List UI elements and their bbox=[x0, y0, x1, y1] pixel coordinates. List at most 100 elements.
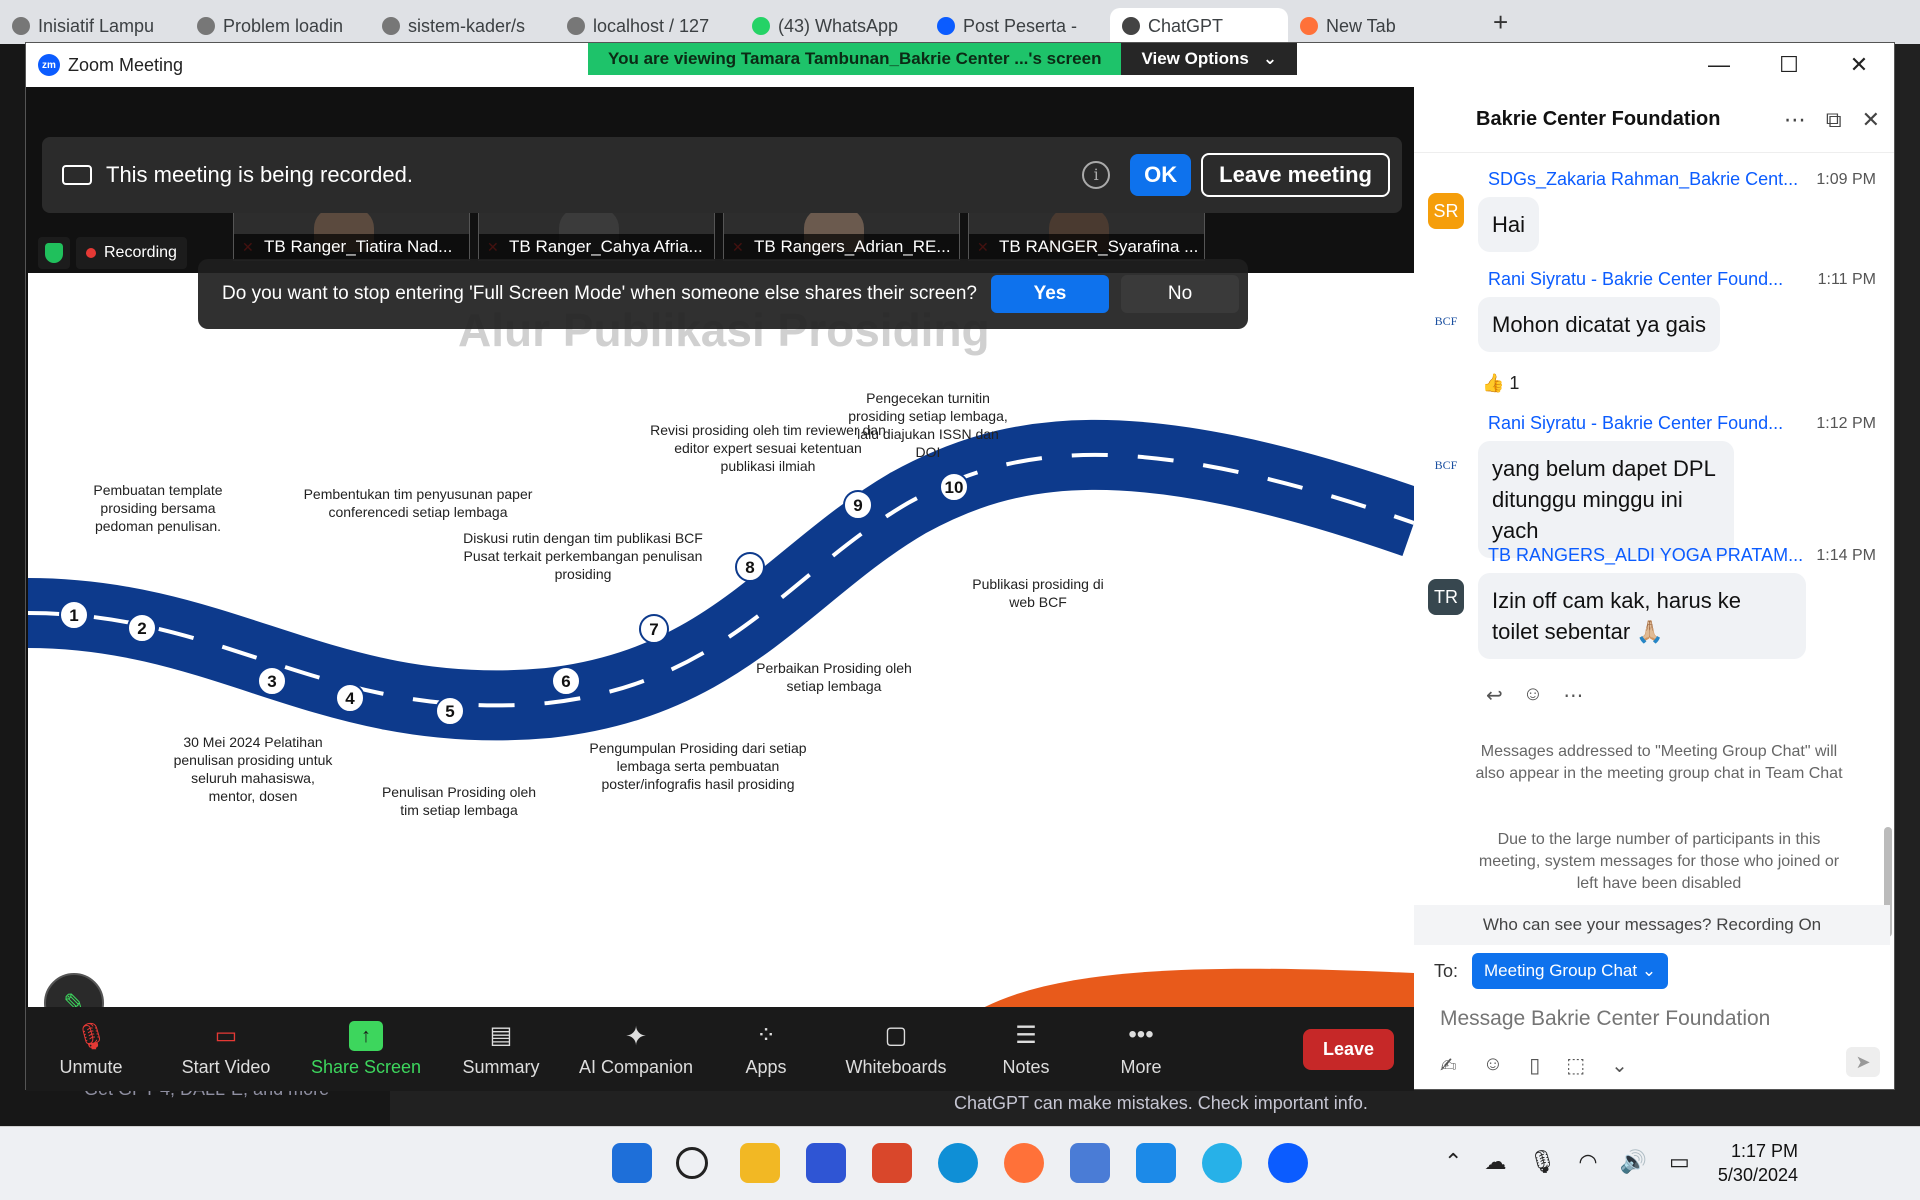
clock-date: 5/30/2024 bbox=[1717, 1165, 1798, 1185]
volume-icon[interactable]: 🔊 bbox=[1620, 1149, 1647, 1175]
apps-icon: ⁘ bbox=[755, 1021, 777, 1049]
recording-badge[interactable]: Recording bbox=[76, 237, 187, 269]
battery-icon[interactable]: ▭ bbox=[1669, 1149, 1690, 1175]
send-icon[interactable]: ➤ bbox=[1846, 1047, 1880, 1077]
chat-message: BCF Rani Siyratu - Bakrie Center Found..… bbox=[1414, 263, 1884, 373]
step-marker: 7 bbox=[639, 614, 669, 644]
screenshot-icon[interactable]: ⬚ bbox=[1566, 1053, 1585, 1078]
leave-button[interactable]: Leave bbox=[1302, 1028, 1394, 1070]
reply-icon[interactable]: ↩ bbox=[1486, 683, 1503, 708]
browser-tab-strip: Inisiatif Lampu Problem loadin sistem-ka… bbox=[0, 0, 1920, 44]
notes-button[interactable]: ☰ Notes bbox=[966, 1007, 1086, 1091]
step-number: 1 bbox=[69, 606, 78, 625]
ai-companion-button[interactable]: ✦ AI Companion bbox=[566, 1007, 706, 1091]
new-tab-button[interactable]: + bbox=[1493, 7, 1508, 38]
store-icon[interactable] bbox=[872, 1143, 912, 1183]
browser-tab[interactable]: New Tab bbox=[1288, 8, 1473, 44]
format-text-icon[interactable]: ✍ bbox=[1440, 1053, 1457, 1078]
more-icon: ••• bbox=[1128, 1020, 1154, 1048]
toolbar-label: More bbox=[1120, 1056, 1162, 1077]
meeting-toolbar: 🎙 Unmute ▭ Start Video ↑ Share Screen ▤ Summ… bbox=[26, 1007, 1414, 1091]
firefox-icon[interactable] bbox=[1004, 1143, 1044, 1183]
browser-tab[interactable]: Problem loadin bbox=[185, 8, 370, 44]
more-options-icon[interactable]: ⋯ bbox=[1784, 107, 1806, 133]
summary-button[interactable]: ▤ Summary bbox=[436, 1007, 566, 1091]
toolbar-label: Whiteboards bbox=[845, 1056, 947, 1077]
browser-tab[interactable]: Inisiatif Lampu bbox=[0, 8, 185, 44]
more-button[interactable]: ••• More bbox=[1086, 1007, 1196, 1091]
message-text: Mohon dicatat ya gais bbox=[1478, 297, 1721, 352]
start-video-button[interactable]: ▭ Start Video bbox=[156, 1007, 296, 1091]
system-note: Due to the large number of participants … bbox=[1478, 831, 1840, 892]
file-explorer-icon[interactable] bbox=[740, 1143, 780, 1183]
minimize-button[interactable]: — bbox=[1684, 52, 1754, 78]
edge-icon[interactable] bbox=[938, 1143, 978, 1183]
emoji-react-icon[interactable]: ☺ bbox=[1523, 683, 1543, 708]
clock-time: 1:17 PM bbox=[1730, 1141, 1798, 1161]
step-label: Pengecekan turnitin prosiding setiap lem… bbox=[848, 390, 1008, 460]
chevron-down-icon[interactable]: ⌄ bbox=[1611, 1053, 1628, 1078]
ok-button[interactable]: OK bbox=[1130, 154, 1192, 196]
zoom-icon[interactable] bbox=[1268, 1143, 1308, 1183]
step-marker: 10 bbox=[939, 472, 969, 502]
toolbar-label: AI Companion bbox=[578, 1056, 694, 1077]
whiteboards-button[interactable]: ▢ Whiteboards bbox=[826, 1007, 966, 1091]
step-number: 3 bbox=[267, 672, 276, 691]
zoom-window: zm Zoom Meeting — ☐ ✕ You are viewing Ta… bbox=[25, 42, 1895, 1091]
app-icon[interactable] bbox=[1202, 1143, 1242, 1183]
reaction-thumbs-up[interactable]: 👍 1 bbox=[1482, 373, 1519, 394]
tab-favicon-icon bbox=[382, 17, 400, 35]
cloud-icon[interactable]: ☁ bbox=[1484, 1149, 1506, 1175]
apps-button[interactable]: ⁘ Apps bbox=[706, 1007, 826, 1091]
pop-out-icon[interactable]: ⧉ bbox=[1826, 107, 1842, 133]
no-button[interactable]: No bbox=[1121, 275, 1239, 313]
message-sender[interactable]: Rani Siyratu - Bakrie Center Found... bbox=[1488, 269, 1783, 290]
tab-label: sistem-kader/s bbox=[408, 15, 526, 36]
close-window-button[interactable]: ✕ bbox=[1824, 52, 1894, 78]
wifi-icon[interactable]: ◠ bbox=[1578, 1149, 1597, 1175]
close-icon[interactable]: ✕ bbox=[1862, 107, 1880, 133]
more-icon[interactable]: ⋯ bbox=[1563, 683, 1583, 708]
browser-tab[interactable]: (43) WhatsApp bbox=[740, 8, 925, 44]
browser-tab[interactable]: Post Peserta - bbox=[925, 8, 1110, 44]
emoji-icon[interactable]: ☺ bbox=[1483, 1053, 1503, 1078]
chatgpt-icon bbox=[1122, 17, 1140, 35]
yes-button[interactable]: Yes bbox=[991, 275, 1109, 313]
toolbar-label: Share Screen bbox=[310, 1056, 422, 1077]
avatar: BCF bbox=[1428, 303, 1464, 339]
clock[interactable]: 1:17 PM 5/30/2024 bbox=[1708, 1139, 1798, 1187]
recipient-dropdown[interactable]: Meeting Group Chat ⌄ bbox=[1472, 953, 1669, 989]
chevron-up-icon[interactable]: ⌃ bbox=[1444, 1149, 1462, 1175]
recording-banner: This meeting is being recorded. i OK Lea… bbox=[42, 137, 1402, 213]
browser-tab[interactable]: sistem-kader/s bbox=[370, 8, 555, 44]
file-icon[interactable]: ▯ bbox=[1529, 1053, 1540, 1078]
chat-message: TR TB RANGERS_ALDI YOGA PRATAM... 1:14 P… bbox=[1414, 539, 1884, 679]
maximize-button[interactable]: ☐ bbox=[1754, 52, 1824, 78]
message-sender[interactable]: SDGs_Zakaria Rahman_Bakrie Cent... bbox=[1488, 169, 1798, 190]
info-icon[interactable]: i bbox=[1082, 161, 1111, 189]
avatar: BCF bbox=[1428, 447, 1464, 483]
leave-meeting-button[interactable]: Leave meeting bbox=[1201, 153, 1390, 197]
notepad-icon[interactable] bbox=[1070, 1143, 1110, 1183]
share-screen-button[interactable]: ↑ Share Screen bbox=[296, 1007, 436, 1091]
step-label: Publikasi prosiding di web BCF bbox=[972, 576, 1104, 610]
message-sender[interactable]: Rani Siyratu - Bakrie Center Found... bbox=[1488, 413, 1783, 434]
microphone-icon[interactable]: 🎙 bbox=[1528, 1149, 1556, 1175]
message-input[interactable] bbox=[1434, 999, 1874, 1039]
who-can-see-link[interactable]: Who can see your messages? Recording On bbox=[1414, 905, 1890, 945]
browser-tab-active[interactable]: ChatGPT bbox=[1110, 8, 1288, 44]
message-sender[interactable]: TB RANGERS_ALDI YOGA PRATAM... bbox=[1488, 545, 1803, 566]
step-label: Diskusi rutin dengan tim publikasi BCF P… bbox=[463, 530, 703, 582]
search-icon[interactable] bbox=[676, 1147, 708, 1179]
windows-start-icon[interactable] bbox=[612, 1143, 652, 1183]
step-marker: 9 bbox=[843, 490, 873, 520]
vscode-icon[interactable] bbox=[1136, 1143, 1176, 1183]
chat-message: BCF Rani Siyratu - Bakrie Center Found..… bbox=[1414, 407, 1884, 558]
view-options-button[interactable]: View Options ⌄ bbox=[1121, 43, 1298, 75]
browser-tab[interactable]: localhost / 127 bbox=[555, 8, 740, 44]
fullscreen-question: Do you want to stop entering 'Full Scree… bbox=[222, 283, 977, 304]
chat-panel: Bakrie Center Foundation ⋯ ⧉ ✕ SR SDGs_Z… bbox=[1414, 87, 1894, 1089]
shield-icon[interactable] bbox=[38, 237, 70, 269]
dev-app-icon[interactable] bbox=[806, 1143, 846, 1183]
unmute-button[interactable]: 🎙 Unmute bbox=[26, 1007, 156, 1091]
